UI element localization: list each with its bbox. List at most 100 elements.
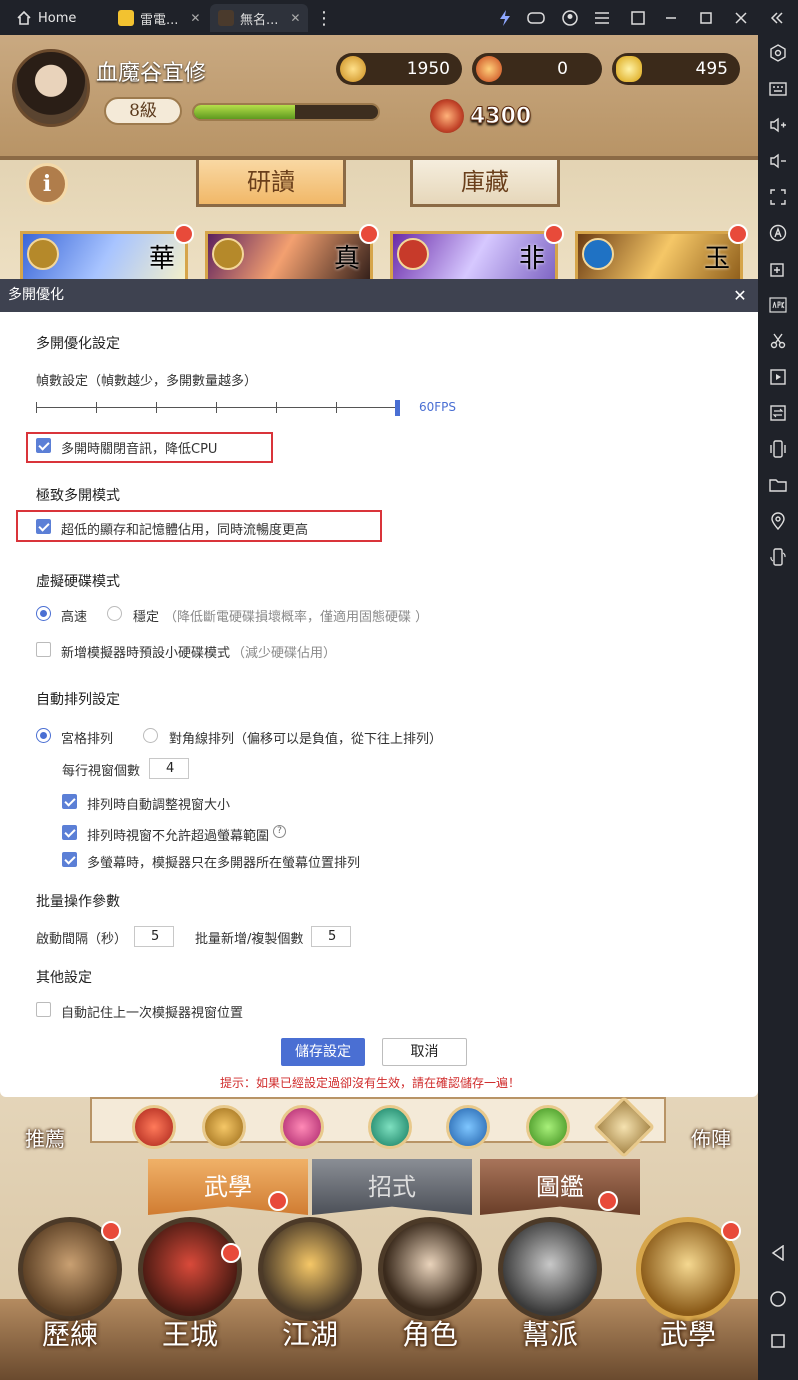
tab-study[interactable]: 研讀: [196, 157, 346, 207]
close-icon[interactable]: [731, 8, 751, 28]
blade-category-icon[interactable]: [202, 1105, 246, 1149]
disk-stable-radio[interactable]: [107, 606, 122, 621]
staff-category-icon[interactable]: [526, 1105, 570, 1149]
scissors-icon[interactable]: [766, 329, 790, 353]
player-avatar[interactable]: [12, 49, 90, 127]
bolt-icon[interactable]: [495, 8, 515, 28]
card-emblem-icon: [397, 238, 429, 270]
nav-guild[interactable]: 幫派: [490, 1217, 610, 1377]
tab-storage[interactable]: 庫藏: [410, 157, 560, 207]
mute-audio-checkbox[interactable]: [36, 438, 51, 453]
taiji-category-icon[interactable]: [446, 1105, 490, 1149]
tab-emulator[interactable]: 雷電... ✕: [110, 4, 208, 32]
notification-dot: [544, 224, 564, 244]
nav-character[interactable]: 角色: [370, 1217, 490, 1377]
windows-per-row-input[interactable]: 4: [149, 758, 189, 779]
fist-category-icon[interactable]: [280, 1105, 324, 1149]
notification-dot: [101, 1221, 121, 1241]
save-button[interactable]: 儲存設定: [281, 1038, 365, 1066]
screenshot-icon[interactable]: [766, 185, 790, 209]
diagonal-arrange-label: 對角線排列（偏移可以是負值，從下往上排列）: [169, 732, 443, 747]
disk-fast-radio[interactable]: [36, 606, 51, 621]
gamepad-icon[interactable]: [526, 8, 546, 28]
tab-game[interactable]: 無名... ✕: [210, 4, 309, 32]
macro-icon[interactable]: [766, 221, 790, 245]
fps-slider-tick: [36, 402, 37, 413]
volume-down-icon[interactable]: [766, 149, 790, 173]
recommend-button[interactable]: 推薦: [10, 1097, 80, 1167]
fps-slider-handle[interactable]: [395, 400, 400, 416]
fps-slider[interactable]: [36, 400, 400, 416]
record-video-icon[interactable]: [766, 365, 790, 389]
folder-icon[interactable]: [766, 473, 790, 497]
sword-category-icon[interactable]: [132, 1105, 176, 1149]
start-interval-input[interactable]: 5: [134, 926, 174, 947]
home-tab[interactable]: Home: [6, 6, 86, 30]
volume-up-icon[interactable]: [766, 113, 790, 137]
location-icon[interactable]: [766, 509, 790, 533]
tab-moves[interactable]: 招式: [312, 1159, 472, 1215]
nav-city-label: 王城: [161, 1318, 218, 1351]
grid-arrange-radio[interactable]: [36, 728, 51, 743]
tab-close-icon[interactable]: ✕: [290, 11, 300, 25]
help-icon[interactable]: ?: [273, 825, 286, 838]
more-tabs-icon[interactable]: ⋮: [314, 8, 334, 29]
shake-icon[interactable]: [766, 437, 790, 461]
maximize-icon[interactable]: [696, 8, 716, 28]
small-disk-checkbox[interactable]: [36, 642, 51, 657]
notification-dot: [268, 1191, 288, 1211]
settings-hex-icon[interactable]: [766, 41, 790, 65]
cancel-button[interactable]: 取消: [382, 1038, 467, 1066]
rotate-icon[interactable]: [766, 545, 790, 569]
extreme-mode-checkbox[interactable]: [36, 519, 51, 534]
formation-button[interactable]: 佈陣: [676, 1097, 746, 1167]
section-disk-title: 虛擬硬碟模式: [36, 574, 120, 590]
nav-city[interactable]: 王城: [130, 1217, 250, 1377]
guild-icon: [498, 1217, 602, 1321]
copper-counter[interactable]: 1950: [336, 53, 462, 85]
small-disk-hint: （減少硬碟佔用）: [232, 646, 337, 661]
home-circle-icon[interactable]: [766, 1287, 790, 1311]
recent-apps-icon[interactable]: [766, 1329, 790, 1353]
collapse-sidebar-icon[interactable]: [767, 8, 787, 28]
no-exceed-screen-checkbox[interactable]: [62, 825, 77, 840]
popout-icon[interactable]: [628, 8, 648, 28]
gold-counter[interactable]: 495: [612, 53, 740, 85]
disk-stable-label: 穩定: [133, 610, 160, 625]
fps-setting-label: 幀數設定（幀數越少，多開數量越多）: [36, 374, 258, 389]
nav-martial-arts[interactable]: 武學: [628, 1217, 748, 1377]
copper-value: 1950: [406, 59, 450, 79]
power-gem-icon: [430, 99, 464, 133]
dialog-close-icon[interactable]: ✕: [730, 279, 750, 312]
add-instance-icon[interactable]: [766, 257, 790, 281]
minimize-icon[interactable]: [661, 8, 681, 28]
apk-install-icon[interactable]: [766, 293, 790, 317]
sync-icon[interactable]: [766, 401, 790, 425]
all-category-icon[interactable]: [592, 1095, 656, 1159]
info-button[interactable]: i: [26, 163, 68, 205]
fan-category-icon[interactable]: [368, 1105, 412, 1149]
character-icon: [378, 1217, 482, 1321]
notification-dot: [174, 224, 194, 244]
keyboard-icon[interactable]: [766, 77, 790, 101]
card-label: 玉: [703, 244, 730, 274]
extreme-mode-label: 超低的顯存和記憶體佔用，同時流暢度更高: [61, 523, 309, 538]
no-exceed-screen-label: 排列時視窗不允許超過螢幕範圍: [87, 829, 270, 844]
card-emblem-icon: [582, 238, 614, 270]
account-icon[interactable]: [560, 8, 580, 28]
auto-resize-checkbox[interactable]: [62, 794, 77, 809]
diagonal-arrange-radio[interactable]: [143, 728, 158, 743]
section-batch-title: 批量操作參數: [36, 894, 120, 910]
remember-position-checkbox[interactable]: [36, 1002, 51, 1017]
xp-bar: [192, 103, 380, 121]
nav-training[interactable]: 歷練: [10, 1217, 130, 1377]
multi-screen-checkbox[interactable]: [62, 852, 77, 867]
nav-jianghu[interactable]: 江湖: [250, 1217, 370, 1377]
flame-counter[interactable]: 0: [472, 53, 602, 85]
right-toolbar: [758, 35, 798, 1380]
tab-close-icon[interactable]: ✕: [190, 11, 200, 25]
menu-icon[interactable]: [592, 8, 612, 28]
section-arrange-title: 自動排列設定: [36, 692, 120, 708]
back-icon[interactable]: [766, 1241, 790, 1265]
batch-count-input[interactable]: 5: [311, 926, 351, 947]
